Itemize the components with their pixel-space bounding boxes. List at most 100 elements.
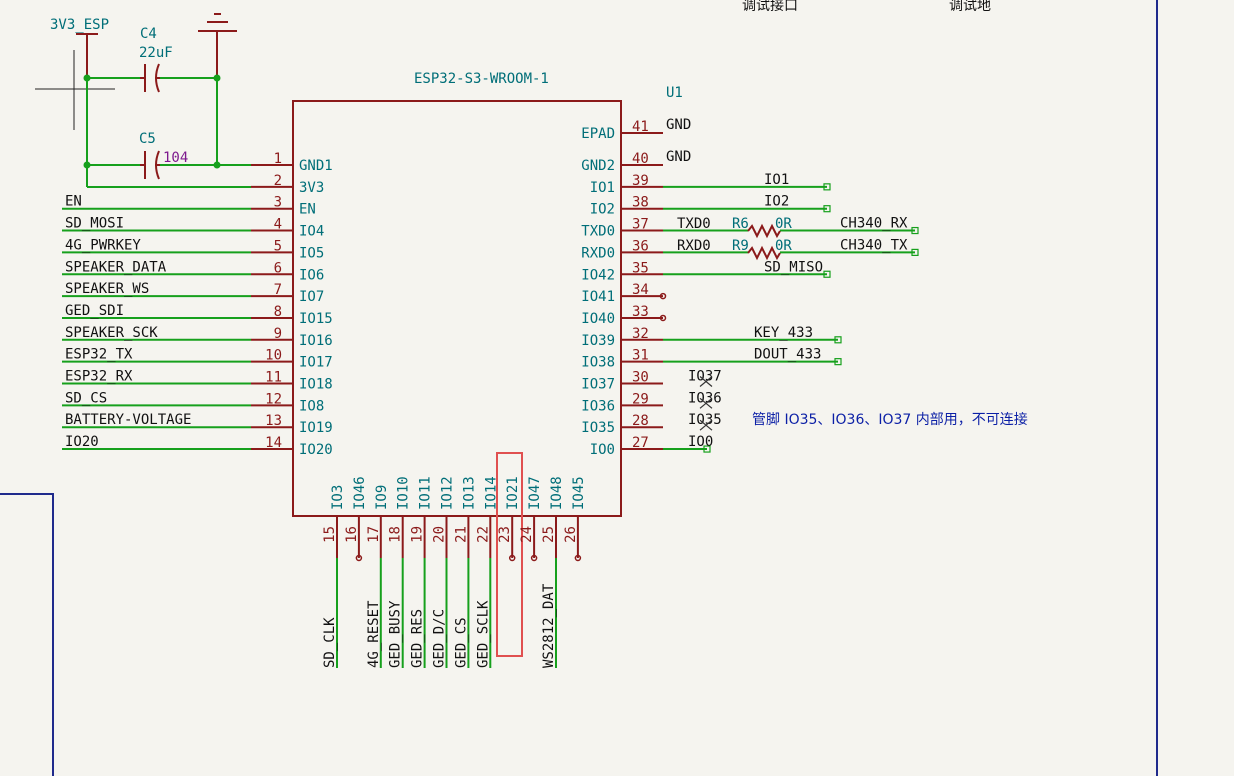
pin-27[interactable]: 27 IO0 IO0 — [590, 434, 714, 458]
capacitor-c5-value: 104 — [163, 150, 188, 166]
pin-28[interactable]: 28IO35 IO35 — [581, 412, 721, 436]
resistor-r9-ref: R9 — [732, 238, 749, 254]
pin-number: 4 — [274, 217, 282, 233]
pin-17[interactable]: 17 IO9 4G_RESET — [366, 485, 390, 668]
pin-number: 25 — [541, 526, 557, 543]
pin-5[interactable]: 5 IO5 4G_PWRKEY — [62, 237, 324, 261]
pin-40[interactable]: 40 GND2 GND — [581, 149, 691, 174]
pin-name: IO4 — [299, 224, 324, 240]
pin-34[interactable]: 34 IO41 — [581, 282, 667, 305]
capacitor-c5-icon[interactable] — [140, 150, 160, 180]
pin-name: IO16 — [299, 333, 333, 349]
pin-number: 1 — [274, 151, 282, 167]
pin-name: IO46 — [352, 476, 368, 510]
note-text: 管脚 IO35、IO36、IO37 内部用，不可连接 — [752, 411, 1028, 428]
net-label-4g-reset: 4G_RESET — [366, 600, 382, 668]
pin-name: IO13 — [461, 476, 477, 510]
pin-number: 18 — [388, 526, 404, 543]
pin-name: IO9 — [374, 485, 390, 510]
pin-name: IO42 — [581, 267, 615, 283]
pin-number: 10 — [265, 348, 282, 364]
pin-2[interactable]: 2 3V3 — [251, 173, 324, 196]
pin-name: IO0 — [590, 442, 615, 458]
pin-4[interactable]: 4 IO4 SD_MOSI — [62, 216, 324, 240]
pin-1[interactable]: 1 GND1 — [251, 151, 333, 174]
net-label-speaker-ws: SPEAKER_WS — [65, 281, 149, 297]
net-label-speaker-data: SPEAKER_DATA — [65, 259, 167, 275]
pin-3[interactable]: 3 EN EN — [62, 194, 316, 218]
pin-name: IO38 — [581, 355, 615, 371]
net-label-ged-cs: GED_CS — [453, 617, 469, 668]
pin-18[interactable]: 18 IO10 GED_BUSY — [388, 476, 412, 668]
net-label-sd-miso: SD_MISO — [764, 259, 823, 275]
pin-number: 31 — [632, 348, 649, 364]
header-label-debug-ground: 调试地 — [949, 0, 991, 14]
pin-number: 17 — [366, 526, 382, 543]
pin-number: 2 — [274, 173, 282, 189]
cursor-crosshair — [35, 50, 115, 130]
net-label-ged-sclk: GED_SCLK — [475, 600, 491, 668]
pin-26[interactable]: 26 IO45 — [563, 476, 587, 562]
power-wires — [86, 77, 251, 188]
pin-number: 39 — [632, 173, 649, 189]
capacitor-c5-ref: C5 — [139, 131, 156, 147]
pin-name: IO18 — [299, 377, 333, 393]
net-label-io2: IO2 — [764, 194, 789, 210]
pin-39[interactable]: 39 IO1 IO1 — [590, 172, 831, 196]
pin-number: 24 — [519, 526, 535, 543]
pin-name: 3V3 — [299, 180, 324, 196]
pin-7[interactable]: 7 IO7 SPEAKER_WS — [62, 281, 324, 305]
pin-name: IO45 — [571, 476, 587, 510]
pin-23[interactable]: 23 IO21 — [497, 476, 521, 562]
pin-number: 30 — [632, 370, 649, 386]
power-supply-label: 3V3_ESP — [50, 17, 109, 33]
pin-name: IO36 — [581, 398, 615, 414]
net-label-gnd: GND — [666, 117, 691, 133]
pin-25[interactable]: 25 IO48 WS2812_DAT — [541, 476, 565, 668]
pin-16[interactable]: 16 IO46 — [344, 476, 368, 562]
pin-name: IO6 — [299, 267, 324, 283]
pin-19[interactable]: 19 IO11 GED_RES — [410, 476, 434, 668]
pin-6[interactable]: 6 IO6 SPEAKER_DATA — [62, 259, 324, 283]
pin-number: 35 — [632, 260, 649, 276]
pin-38[interactable]: 38 IO2 IO2 — [590, 194, 831, 218]
pin-name: IO39 — [581, 333, 615, 349]
local-net-rxd0: RXD0 — [677, 238, 711, 254]
pin-33[interactable]: 33 IO40 — [581, 304, 667, 327]
esp32-module-body[interactable] — [292, 100, 622, 517]
pin-number: 28 — [632, 413, 649, 429]
pin-30[interactable]: 30IO37 IO37 — [581, 369, 721, 393]
pin-35[interactable]: 35 IO42 SD_MISO — [581, 259, 831, 283]
pin-number: 3 — [274, 195, 282, 211]
net-label-io1: IO1 — [764, 172, 789, 188]
pin-name: IO3 — [330, 485, 346, 510]
pin-name: IO35 — [581, 420, 615, 436]
pin-name: IO19 — [299, 420, 333, 436]
power-section: 3V3_ESP C4 22uF C5 104 — [50, 13, 251, 188]
pin-29[interactable]: 29IO36 IO36 — [581, 390, 721, 414]
pin-number: 37 — [632, 217, 649, 233]
pin-name: IO48 — [549, 476, 565, 510]
pin-number: 13 — [265, 413, 282, 429]
pin-name: EN — [299, 202, 316, 218]
pin-15[interactable]: 15 IO3 SD_CLK — [322, 485, 346, 668]
pin-22[interactable]: 22 IO14 GED_SCLK — [475, 476, 499, 668]
pin-20[interactable]: 20 IO12 GED_D/C — [432, 476, 456, 668]
pin-number: 26 — [563, 526, 579, 543]
pin-number: 41 — [632, 119, 649, 135]
capacitor-c4-icon[interactable] — [140, 63, 160, 93]
net-label-gnd: GND — [666, 149, 691, 165]
component-ref: U1 — [666, 85, 683, 101]
net-label-io0: IO0 — [688, 434, 713, 450]
pin-number: 20 — [432, 526, 448, 543]
pin-name: IO17 — [299, 355, 333, 371]
schematic-canvas[interactable]: 调试接口 调试地 3V3_ESP C4 22uF C5 104 ESP32-S3… — [0, 0, 1234, 776]
resistor-r9-value: 0R — [775, 238, 792, 254]
pin-12[interactable]: 12 IO8 SD_CS — [62, 390, 324, 414]
pin-number: 5 — [274, 238, 282, 254]
pin-21[interactable]: 21 IO13 GED_CS — [453, 476, 477, 668]
pin-name: IO10 — [396, 476, 412, 510]
pin-number: 38 — [632, 195, 649, 211]
pin-name: IO7 — [299, 289, 324, 305]
pin-41[interactable]: 41 EPAD GND — [581, 117, 691, 142]
